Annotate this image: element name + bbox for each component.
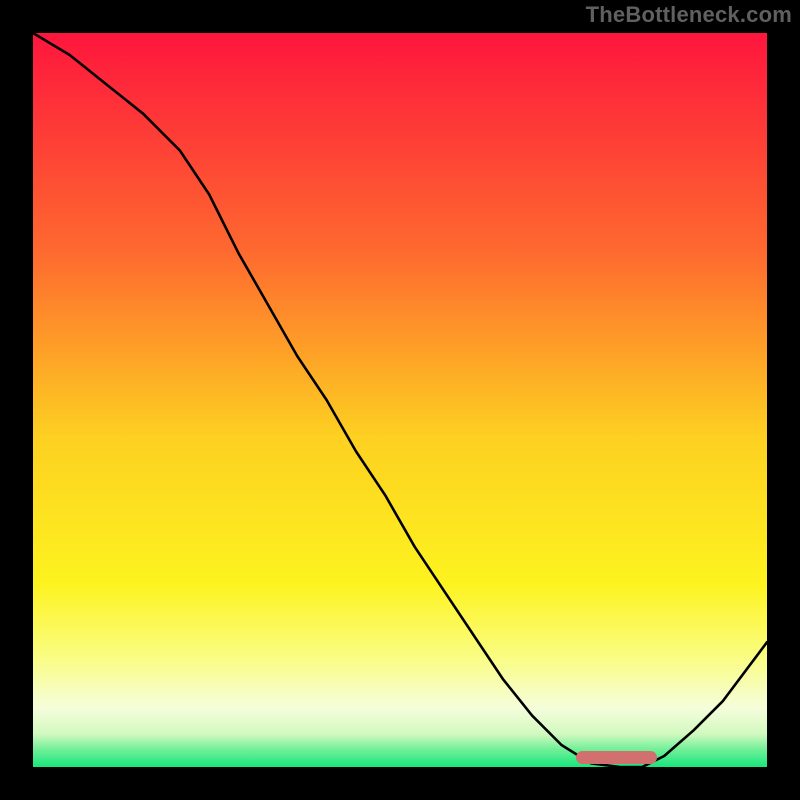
chart-svg (33, 33, 767, 767)
watermark-text: TheBottleneck.com (586, 2, 792, 28)
gradient-background (33, 33, 767, 767)
optimal-range-bar (576, 751, 657, 764)
chart-plot-area (33, 33, 767, 767)
